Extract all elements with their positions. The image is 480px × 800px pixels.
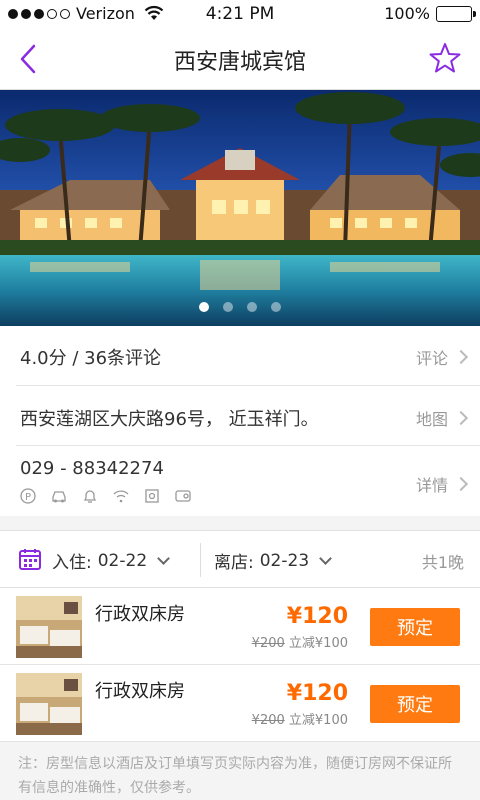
pager-dot[interactable]	[199, 302, 209, 312]
carousel-pager	[0, 302, 480, 312]
parking-icon: P	[20, 488, 36, 504]
details-link-label: 详情	[415, 476, 448, 495]
contact-row[interactable]: 029 - 88342274 P 详情	[16, 446, 480, 516]
safe-icon	[145, 489, 159, 503]
hotel-photo-carousel[interactable]	[0, 90, 480, 326]
pager-dot[interactable]	[247, 302, 257, 312]
discount-text: 立减¥100	[288, 713, 348, 728]
svg-text:P: P	[25, 492, 31, 503]
battery-icon	[436, 5, 476, 22]
checkout-value: 02-23	[259, 550, 310, 571]
disclaimer-note: 注：房型信息以酒店及订单填写页实际内容为准，随便订房网不保证所有信息的准确性，仅…	[0, 742, 480, 800]
map-link[interactable]: 地图	[415, 406, 469, 430]
chevron-right-icon	[453, 349, 469, 365]
room-name: 行政双床房	[95, 681, 185, 702]
chevron-down-icon	[157, 552, 171, 565]
page-title: 西安唐城宾馆	[173, 50, 306, 75]
car-icon	[52, 491, 66, 503]
details-link[interactable]: 详情	[415, 472, 469, 496]
room-price: ¥120	[286, 604, 348, 629]
book-button[interactable]: 预定	[370, 608, 460, 646]
room-row[interactable]: 行政双床房 ¥120 ¥200 立减¥100 预定	[0, 588, 480, 665]
address-row[interactable]: 西安莲湖区大庆路96号， 近玉祥门。 地图	[16, 386, 480, 446]
discount-text: 立减¥100	[288, 636, 348, 651]
hotel-info: 4.0分 / 36条评论 评论 西安莲湖区大庆路96号， 近玉祥门。 地图 02…	[0, 326, 480, 516]
reviews-link-label: 评论	[415, 349, 448, 368]
room-discount-info: ¥200 立减¥100	[252, 632, 348, 651]
room-discount-info: ¥200 立减¥100	[252, 709, 348, 728]
nights-count: 共1晚	[421, 553, 464, 572]
wifi-icon	[113, 490, 129, 503]
pager-dot[interactable]	[223, 302, 233, 312]
star-icon[interactable]	[428, 41, 462, 75]
room-name: 行政双床房	[95, 604, 185, 625]
original-price: ¥200	[251, 713, 285, 728]
map-link-label: 地图	[415, 410, 448, 429]
chevron-down-icon	[319, 552, 333, 565]
book-button[interactable]: 预定	[370, 685, 460, 723]
hotel-photo	[0, 90, 480, 326]
checkin-date-picker[interactable]: 入住: 02-22	[52, 548, 171, 573]
navigation-bar: 西安唐城宾馆	[0, 28, 480, 90]
phone-number[interactable]: 029 - 88342274	[20, 458, 164, 479]
checkin-value: 02-22	[97, 550, 148, 571]
status-bar: Verizon 4:21 PM 100%	[0, 0, 480, 28]
date-divider	[200, 543, 201, 577]
reviews-link[interactable]: 评论	[415, 345, 469, 369]
rating-row[interactable]: 4.0分 / 36条评论 评论	[16, 326, 480, 386]
original-price: ¥200	[251, 636, 285, 651]
pager-dot[interactable]	[271, 302, 281, 312]
room-thumbnail	[16, 596, 82, 658]
chevron-right-icon	[453, 476, 469, 492]
rating-text: 4.0分 / 36条评论	[20, 348, 162, 369]
room-row[interactable]: 行政双床房 ¥120 ¥200 立减¥100 预定	[0, 665, 480, 742]
checkout-label: 离店:	[214, 553, 254, 573]
amenity-icons: P	[20, 488, 192, 504]
address-text: 西安莲湖区大庆路96号， 近玉祥门。	[20, 409, 319, 430]
battery-indicator: 100%	[384, 4, 476, 23]
date-selection-bar: 入住: 02-22 离店: 02-23 共1晚	[0, 530, 480, 588]
room-thumbnail	[16, 673, 82, 735]
bell-icon	[83, 490, 97, 503]
battery-percent: 100%	[384, 4, 430, 23]
checkout-date-picker[interactable]: 离店: 02-23	[214, 548, 333, 573]
checkin-label: 入住:	[52, 553, 92, 573]
room-price: ¥120	[286, 681, 348, 706]
calendar-icon	[19, 549, 41, 570]
tv-icon	[175, 490, 191, 502]
chevron-right-icon	[453, 410, 469, 426]
